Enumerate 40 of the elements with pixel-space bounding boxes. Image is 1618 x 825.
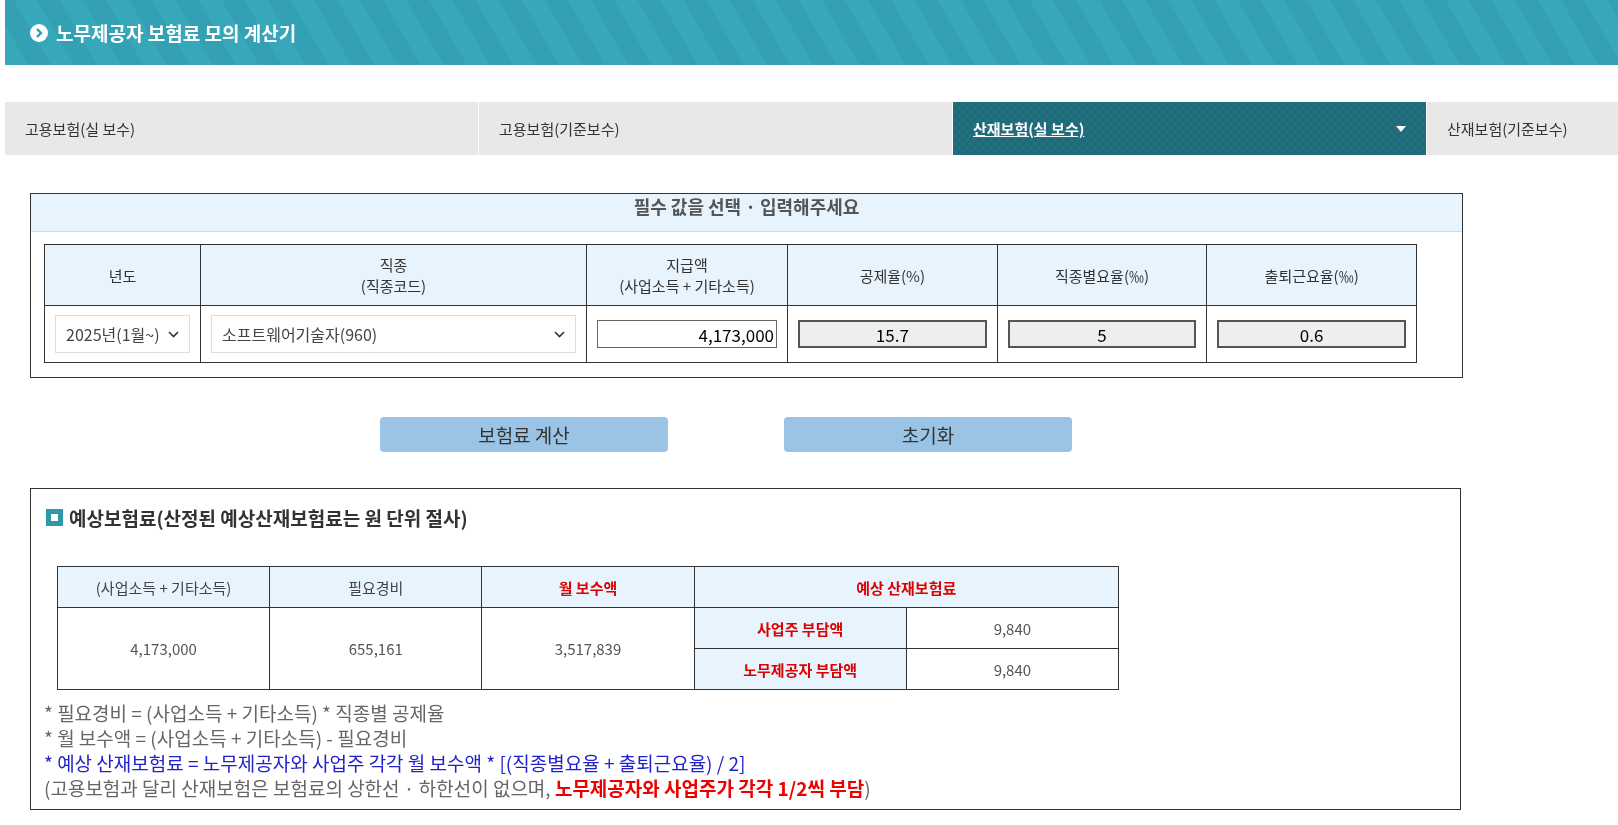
column-header: 년도	[44, 244, 201, 306]
column-header: 월 보수액	[481, 566, 695, 608]
chevron-circle-icon	[30, 23, 48, 42]
reset-button[interactable]: 초기화	[784, 417, 1072, 452]
column-header: 직종 (직종코드)	[200, 244, 587, 306]
column-header: (사업소득 + 기타소득)	[57, 566, 270, 608]
chevron-down-icon	[168, 330, 179, 338]
column-header: 예상 산재보험료	[694, 566, 1119, 608]
tab[interactable]: 산재보험(기준보수)	[1427, 102, 1618, 155]
row-header: 노무제공자 부담액	[694, 648, 907, 690]
column-header: 직종별요율(‰)	[997, 244, 1207, 306]
row-header: 사업주 부담액	[694, 607, 907, 649]
rate-field[interactable]: 0.6	[1217, 320, 1406, 348]
rate-field[interactable]: 15.7	[798, 320, 987, 348]
form-title: 필수 값을 선택 · 입력해주세요	[31, 194, 1462, 232]
table-cell: 4,173,000	[57, 607, 270, 690]
table-cell: 655,161	[269, 607, 482, 690]
rate-field[interactable]: 5	[1007, 320, 1197, 348]
column-header: 공제율(%)	[787, 244, 998, 306]
table-cell: 9,840	[906, 607, 1119, 649]
amount-input[interactable]: 4,173,000	[597, 320, 777, 348]
column-header: 지급액 (사업소득 + 기타소득)	[586, 244, 788, 306]
dropdown[interactable]: 2025년(1월~)	[55, 315, 190, 353]
column-header: 필요경비	[269, 566, 482, 608]
caret-down-icon	[1396, 125, 1406, 132]
tab[interactable]: 고용보험(기준보수)	[479, 102, 953, 155]
formula-note: * 필요경비 = (사업소득 + 기타소득) * 직종별 공제율	[44, 700, 446, 725]
formula-note: * 예상 산재보험료 = 노무제공자와 사업주 각각 월 보수액 * [(직종별요율 + 출퇴근요율) / 2]	[44, 750, 747, 775]
column-header: 출퇴근요율(‰)	[1206, 244, 1417, 306]
tab[interactable]: 고용보험(실 보수)	[5, 102, 479, 155]
dropdown[interactable]: 소프트웨어기술자(960)	[211, 315, 576, 353]
table-cell: 3,517,839	[481, 607, 695, 690]
formula-note: (고용보험과 달리 산재보험은 보험료의 상한선 · 하한선이 없으며, 노무제공자와 사업주가 각각 1/2씩 부담)	[44, 775, 872, 800]
formula-note: * 월 보수액 = (사업소득 + 기타소득) - 필요경비	[44, 725, 409, 750]
square-bullet-icon	[46, 509, 63, 526]
table-cell: 9,840	[906, 648, 1119, 690]
page-title: 노무제공자 보험료 모의 계산기	[56, 19, 297, 46]
calculate-button[interactable]: 보험료 계산	[380, 417, 668, 452]
section-title: 예상보험료(산정된 예상산재보험료는 원 단위 절사)	[69, 504, 468, 531]
chevron-down-icon	[554, 330, 565, 338]
